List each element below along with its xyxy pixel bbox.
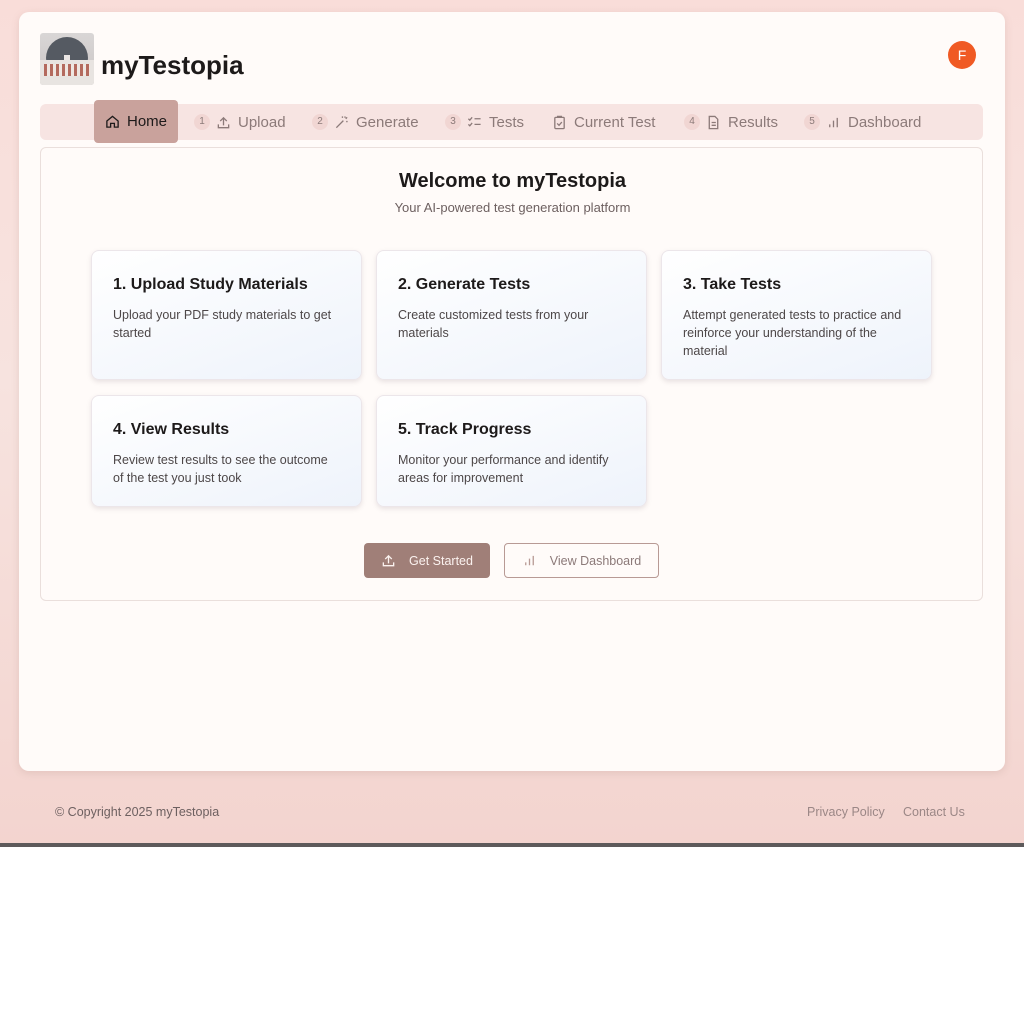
nav-item-label: Home [127, 113, 168, 130]
feature-card-results: 4. View Results Review test results to s… [91, 395, 362, 507]
window-bottom-edge [0, 843, 1024, 847]
feature-title: 2. Generate Tests [398, 276, 531, 293]
nav-item-generate[interactable]: 2 Generate [312, 104, 419, 140]
document-icon [708, 115, 719, 129]
home-icon [106, 115, 119, 128]
nav-item-current-test[interactable]: Current Test [552, 104, 655, 140]
get-started-button[interactable]: Get Started [364, 543, 490, 578]
feature-card-generate: 2. Generate Tests Create customized test… [376, 250, 647, 380]
nav-item-upload[interactable]: 1 Upload [194, 104, 286, 140]
step-badge: 1 [194, 114, 210, 130]
feature-description: Monitor your performance and identify ar… [398, 453, 609, 485]
contact-us-link[interactable]: Contact Us [903, 805, 965, 819]
feature-description: Create customized tests from your materi… [398, 308, 589, 340]
privacy-policy-link[interactable]: Privacy Policy [807, 805, 885, 819]
button-label: View Dashboard [549, 553, 642, 568]
nav-item-label: Dashboard [848, 113, 922, 131]
logo-image [40, 33, 94, 85]
feature-title: 3. Take Tests [683, 276, 782, 293]
nav-item-label: Current Test [574, 113, 656, 131]
feature-title: 4. View Results [113, 421, 230, 438]
nav-item-label: Tests [489, 113, 525, 131]
upload-icon [217, 116, 230, 128]
step-badge: 5 [804, 114, 820, 130]
brand-title: myTestopia [101, 50, 244, 80]
wand-icon [335, 115, 348, 128]
step-badge: 2 [312, 114, 328, 130]
bar-chart-icon [524, 555, 534, 566]
user-avatar[interactable]: F [948, 41, 976, 69]
feature-description: Review test results to see the outcome o… [113, 453, 328, 485]
checklist-icon [467, 116, 481, 127]
nav-item-label: Upload [238, 113, 286, 131]
nav-item-home[interactable]: Home [94, 100, 179, 143]
bar-chart-icon [829, 117, 838, 127]
step-badge: 3 [445, 114, 461, 130]
page-subtitle: Your AI-powered test generation platform [394, 200, 631, 215]
nav-item-tests[interactable]: 3 Tests [445, 104, 524, 140]
button-label: Get Started [409, 553, 473, 568]
welcome-panel: Welcome to myTestopia Your AI-powered te… [40, 147, 983, 601]
nav-item-results[interactable]: 4 Results [684, 104, 778, 140]
feature-title: 1. Upload Study Materials [113, 276, 308, 293]
nav-item-label: Results [728, 113, 779, 131]
nav-item-dashboard[interactable]: 5 Dashboard [804, 104, 921, 140]
feature-description: Upload your PDF study materials to get s… [113, 308, 332, 340]
nav-item-label: Generate [356, 113, 419, 131]
feature-title: 5. Track Progress [398, 421, 532, 438]
upload-icon [382, 554, 395, 567]
feature-description: Attempt generated tests to practice and … [683, 308, 902, 358]
step-badge: 4 [684, 114, 700, 130]
page-title: Welcome to myTestopia [398, 170, 627, 192]
footer-copyright: © Copyright 2025 myTestopia [55, 805, 220, 819]
feature-card-progress: 5. Track Progress Monitor your performan… [376, 395, 647, 507]
view-dashboard-button[interactable]: View Dashboard [504, 543, 659, 578]
feature-card-upload: 1. Upload Study Materials Upload your PD… [91, 250, 362, 380]
app-card: myTestopia F Home 1 Upload 2 Generate 3 … [19, 12, 1005, 771]
clipboard-icon [554, 115, 565, 129]
main-nav: Home 1 Upload 2 Generate 3 Tests Current… [40, 100, 983, 143]
feature-card-take-tests: 3. Take Tests Attempt generated tests to… [661, 250, 932, 380]
